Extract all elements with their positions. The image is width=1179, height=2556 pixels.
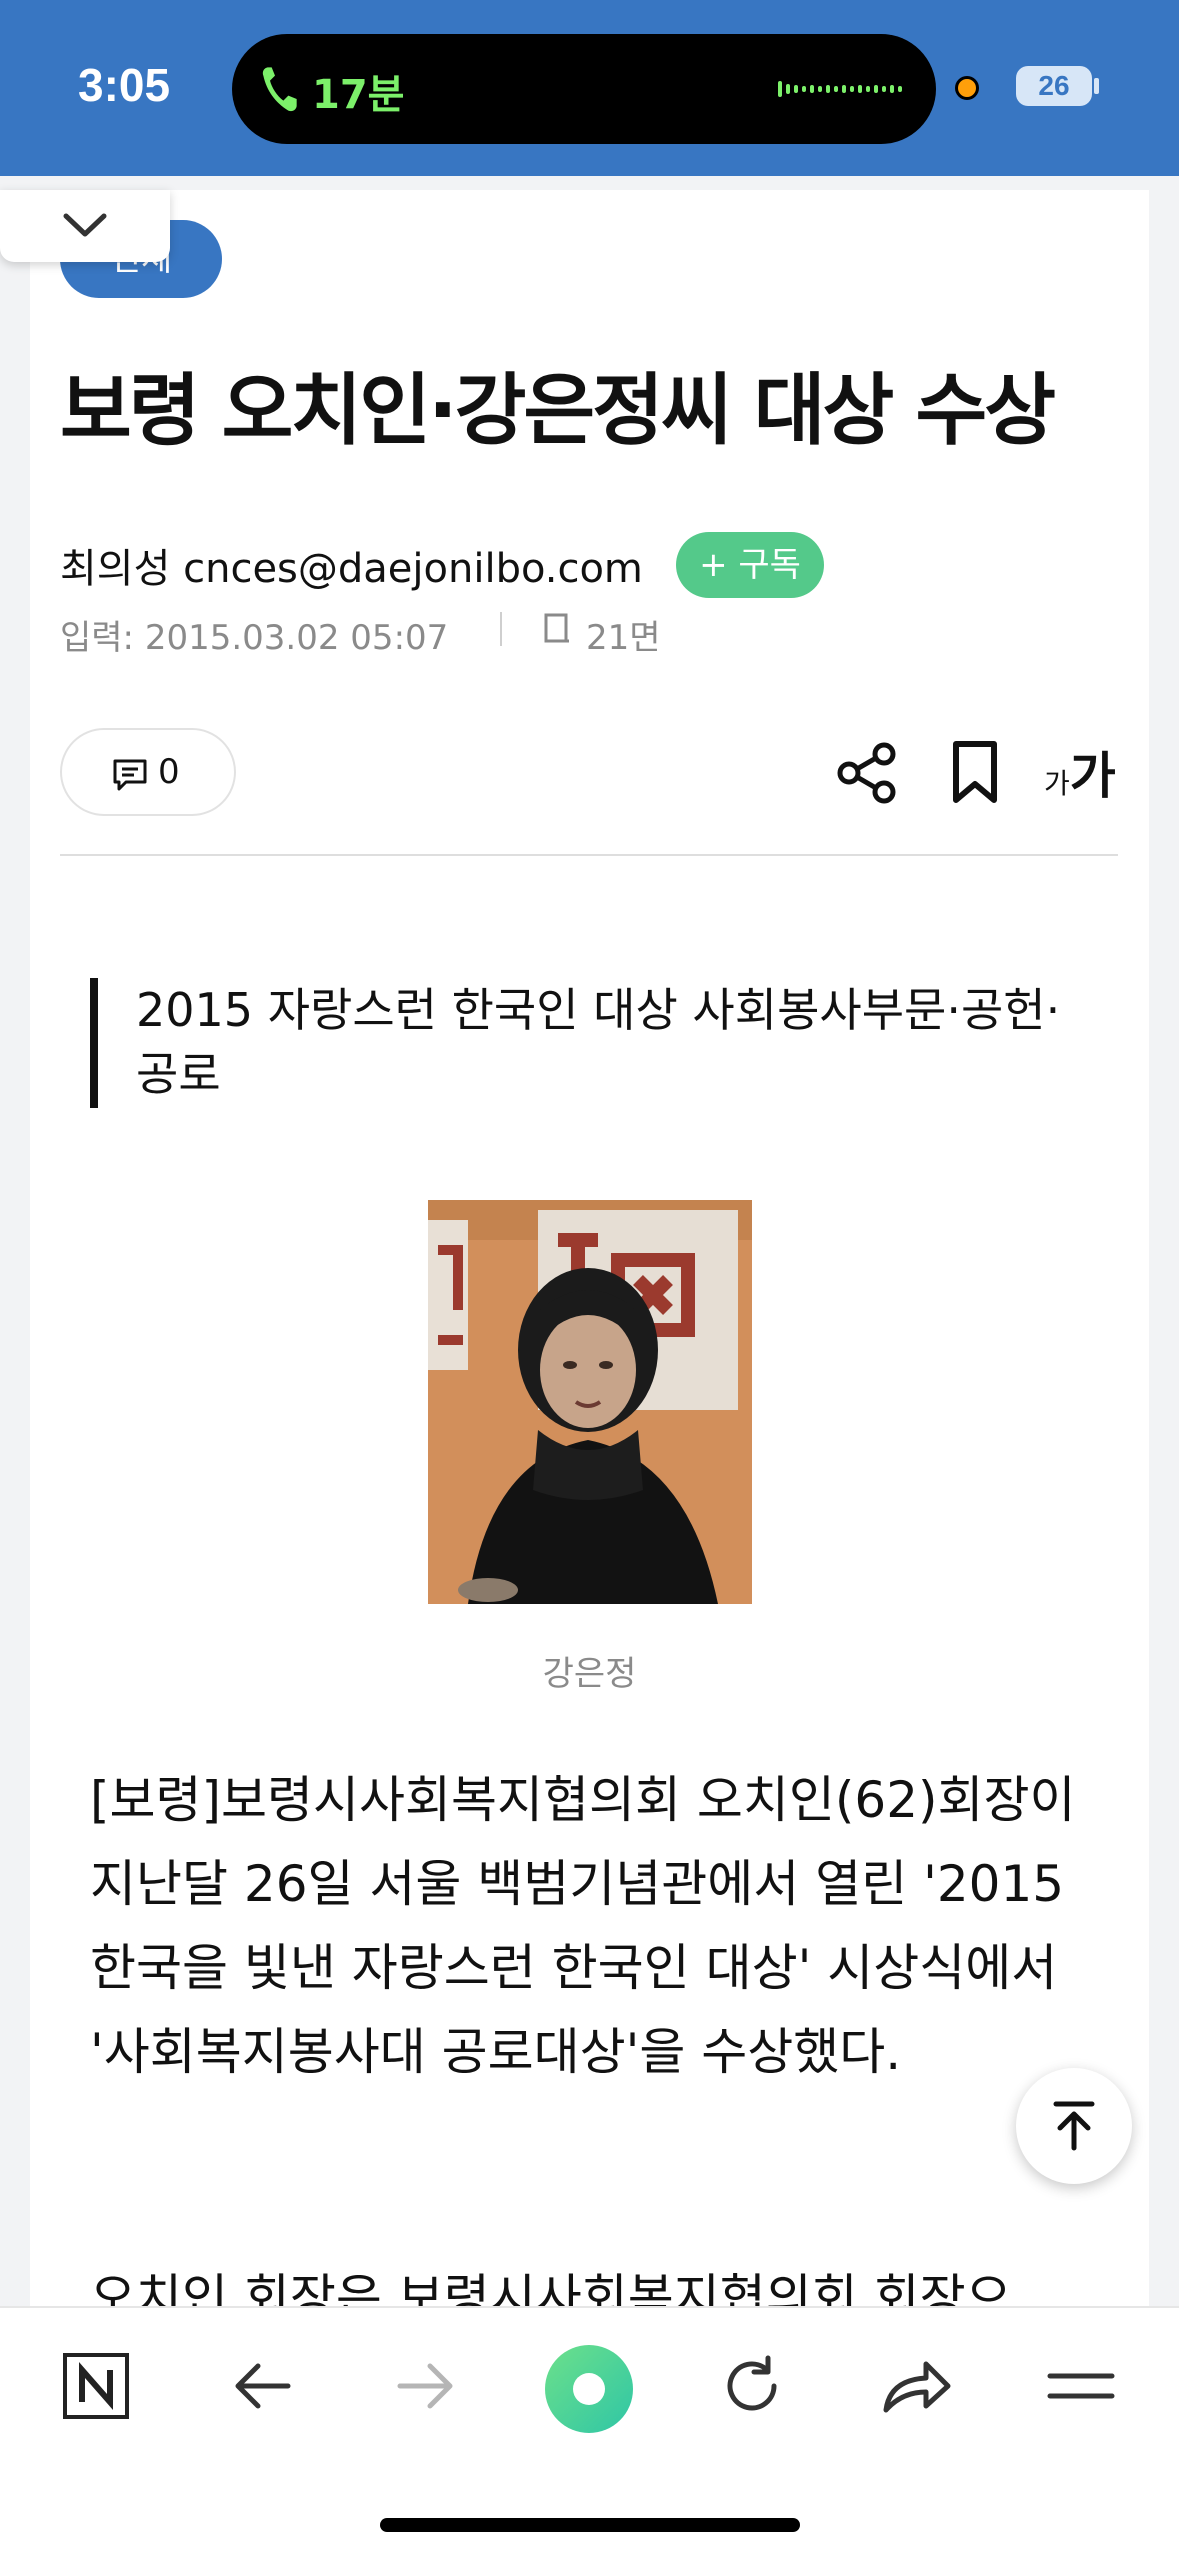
meta-divider <box>500 612 502 646</box>
bookmark-icon[interactable] <box>950 740 1000 806</box>
phone-icon <box>262 67 297 112</box>
call-duration: 17분 <box>312 72 405 118</box>
battery-tip <box>1094 78 1099 94</box>
article-body-paragraph: [보령]보령시사회복지협의회 오치인(62)회장이 지난달 26일 서울 백범기… <box>90 1771 1076 2081</box>
scroll-to-top-button[interactable] <box>1016 2068 1132 2184</box>
share-arrow-icon[interactable] <box>880 2352 952 2420</box>
font-size-big-label: 가 <box>1069 747 1116 805</box>
comment-count: 0 <box>158 752 180 792</box>
collapse-header-button[interactable] <box>0 190 170 262</box>
status-bar: 3:05 17분 26 <box>0 0 1179 176</box>
reload-icon[interactable] <box>718 2352 786 2420</box>
chevron-down-icon <box>63 213 107 237</box>
share-icon[interactable] <box>834 740 900 806</box>
newspaper-page-icon <box>544 613 569 643</box>
reporter-byline[interactable]: 최의성 cnces@daejonilbo.com <box>60 536 643 594</box>
forward-arrow-icon[interactable] <box>394 2352 458 2420</box>
article-headline: 보령 오치인·강은정씨 대상 수상 <box>60 366 1056 456</box>
arrow-up-icon <box>1053 2101 1095 2151</box>
photo-portrait <box>428 1200 752 1604</box>
article-subtitle: 2015 자랑스런 한국인 대상 사회봉사부문·공헌·공로 <box>136 983 1061 1101</box>
comment-icon <box>113 759 147 791</box>
article-photo[interactable] <box>428 1200 752 1604</box>
back-arrow-icon[interactable] <box>230 2352 294 2420</box>
status-time: 3:05 <box>78 59 171 111</box>
photo-caption: 강은정 <box>542 1654 637 1694</box>
privacy-indicator-dot <box>955 76 979 100</box>
home-indicator[interactable] <box>380 2518 800 2532</box>
font-size-button[interactable]: 가가 <box>1044 736 1116 808</box>
battery-icon: 26 <box>1016 66 1092 106</box>
green-dot-icon[interactable] <box>544 2344 634 2434</box>
menu-icon[interactable] <box>1046 2352 1116 2420</box>
dynamic-island-call[interactable]: 17분 <box>232 34 936 144</box>
font-size-small-label: 가 <box>1044 767 1070 800</box>
comment-button[interactable]: 0 <box>60 728 236 816</box>
naver-n-icon[interactable] <box>62 2352 130 2420</box>
article-body-paragraph-partial: 오치인 회장은 보령시사회복지협의회 회장으 <box>90 2269 1012 2306</box>
subtitle-quote-bar <box>90 978 98 1108</box>
subscribe-button[interactable]: + 구독 <box>676 532 824 598</box>
browser-toolbar <box>0 2306 1179 2556</box>
audio-wave-icon <box>778 81 902 97</box>
input-date: 입력: 2015.03.02 05:07 <box>60 618 449 658</box>
print-page-number: 21면 <box>586 618 661 658</box>
header-divider <box>60 854 1118 856</box>
